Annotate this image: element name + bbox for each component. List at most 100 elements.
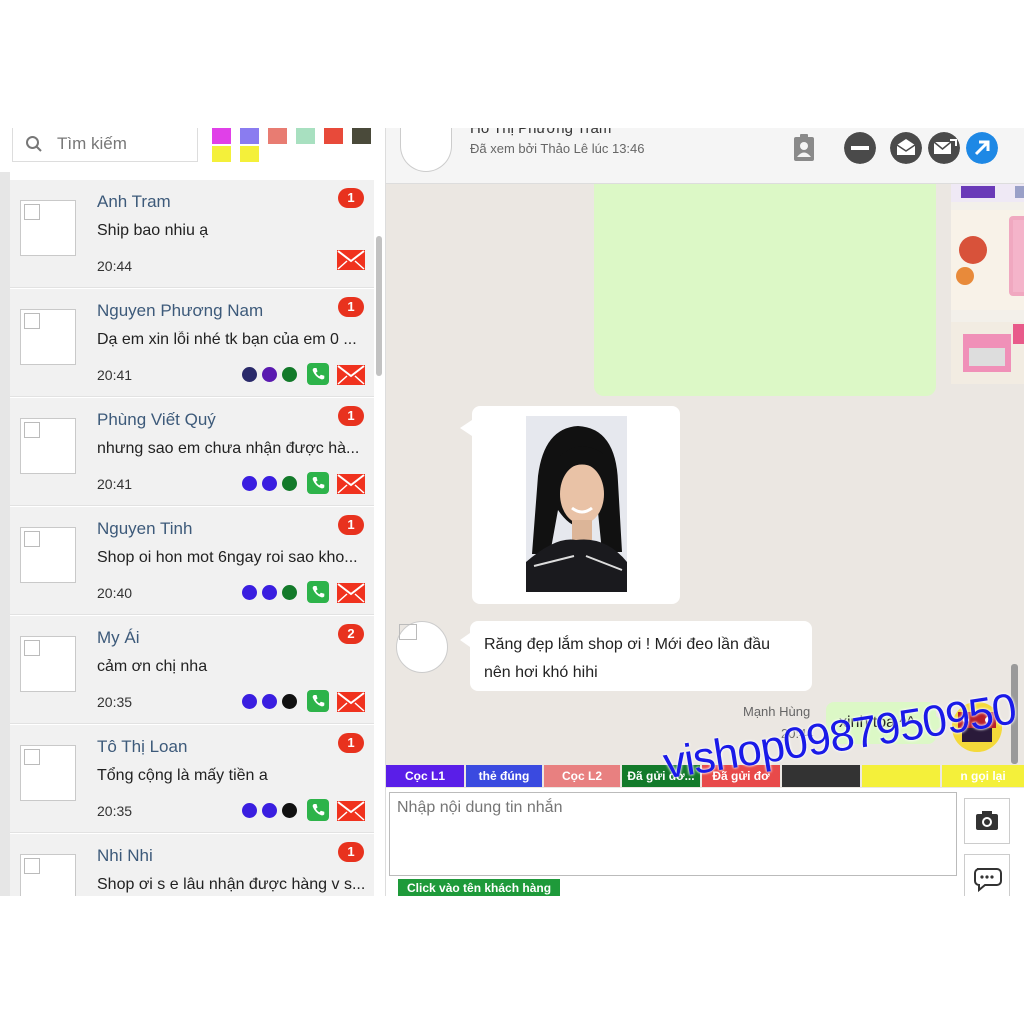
status-dots [242, 367, 302, 383]
status-dot[interactable] [282, 476, 297, 491]
click-customer-name-hint[interactable]: Click vào tên khách hàng [398, 879, 561, 896]
status-dot[interactable] [262, 476, 277, 491]
color-swatch[interactable] [352, 128, 371, 144]
status-dot[interactable] [282, 694, 297, 709]
color-swatch[interactable] [324, 128, 343, 144]
phone-icon[interactable] [307, 363, 329, 385]
conversation-item[interactable]: Nguyen Phương Nam Dạ em xin lỗi nhé tk bạ… [10, 289, 374, 397]
color-swatch[interactable] [296, 128, 315, 144]
status-dot[interactable] [282, 585, 297, 600]
message-time: 20:41 [97, 476, 133, 492]
customer-avatar[interactable] [20, 854, 76, 896]
unread-badge: 1 [338, 842, 364, 862]
status-dot[interactable] [242, 585, 257, 600]
customer-name[interactable]: Phùng Viết Quý [97, 410, 216, 430]
message-time: 20:35 [97, 803, 133, 819]
conversation-item[interactable]: Phùng Viết Quý nhưng sao em chưa nhận đượ… [10, 398, 374, 506]
conversation-item[interactable]: Nguyen Tinh Shop oi hon mot 6ngay roi sao… [10, 507, 374, 615]
label-tag[interactable]: thẻ đúng [466, 765, 542, 787]
contact-name[interactable]: Hồ Thị Phương Trâm [470, 128, 611, 137]
status-dot[interactable] [282, 803, 297, 818]
contact-avatar[interactable] [400, 128, 452, 172]
message-input[interactable] [389, 792, 957, 876]
conversation-item[interactable]: My Ái cảm ơn chị nha 20:35 2 [10, 616, 374, 724]
last-message: Shop ơi s e lâu nhận được hàng v s... [97, 876, 366, 893]
chat-bubble-icon [974, 868, 1002, 893]
label-tag[interactable] [862, 765, 940, 787]
message-time: 20:35 [97, 694, 133, 710]
chat-app: Tìm kiếm Anh Tram Ship bao nhiu ạ 20:44 1 Ng… [0, 128, 1024, 896]
customer-name[interactable]: Tô Thị Loan [97, 737, 187, 757]
status-dot[interactable] [242, 367, 257, 382]
customer-name[interactable]: Anh Tram [97, 192, 171, 212]
phone-icon[interactable] [307, 581, 329, 603]
customer-name[interactable]: Nhi Nhi [97, 846, 153, 866]
message-time: 20:44 [97, 258, 133, 274]
customer-photo[interactable] [526, 416, 627, 592]
chat-header: Hồ Thị Phương Trâm Đã xem bởi Thảo Lê lú… [386, 128, 1024, 184]
contact-card-icon[interactable] [788, 132, 820, 164]
status-dot[interactable] [262, 803, 277, 818]
color-swatch[interactable] [268, 128, 287, 144]
seen-status: Đã xem bởi Thảo Lê lúc 13:46 [470, 141, 645, 156]
phone-case-product-image [951, 184, 1024, 384]
search-icon [26, 136, 42, 152]
customer-avatar[interactable] [20, 745, 76, 801]
label-tag[interactable]: Cọc L1 [386, 765, 464, 787]
mail-icon[interactable] [337, 474, 365, 494]
customer-avatar[interactable] [20, 200, 76, 256]
phone-icon[interactable] [307, 472, 329, 494]
status-dot[interactable] [242, 803, 257, 818]
color-swatch[interactable] [240, 128, 259, 144]
phone-icon[interactable] [307, 799, 329, 821]
product-image[interactable] [951, 184, 1024, 384]
unread-badge: 1 [338, 406, 364, 426]
camera-button[interactable] [964, 798, 1010, 844]
customer-avatar[interactable] [20, 527, 76, 583]
customer-name[interactable]: Nguyen Phương Nam [97, 301, 263, 321]
conversation-item[interactable]: Anh Tram Ship bao nhiu ạ 20:44 1 [10, 180, 374, 288]
phone-icon[interactable] [307, 690, 329, 712]
mail-icon[interactable] [337, 583, 365, 603]
forward-arrow-icon[interactable] [966, 132, 998, 164]
customer-avatar[interactable] [20, 309, 76, 365]
mail-icon[interactable] [337, 365, 365, 385]
status-dot[interactable] [262, 367, 277, 382]
mail-icon[interactable] [337, 801, 365, 821]
sidebar-scrollbar[interactable] [376, 236, 382, 376]
status-dot[interactable] [242, 476, 257, 491]
color-swatch[interactable] [212, 128, 231, 144]
label-tag[interactable]: n gọi lại [942, 765, 1024, 787]
incoming-photo-bubble [460, 406, 680, 604]
last-message: Ship bao nhiu ạ [97, 222, 209, 239]
customer-avatar[interactable] [20, 418, 76, 474]
status-dot[interactable] [242, 694, 257, 709]
conversation-item[interactable]: Nhi Nhi Shop ơi s e lâu nhận được hàng v … [10, 834, 374, 896]
status-dot[interactable] [262, 694, 277, 709]
status-dot[interactable] [282, 367, 297, 382]
color-swatch[interactable] [240, 146, 259, 162]
customer-avatar[interactable] [20, 636, 76, 692]
sender-avatar[interactable] [396, 621, 448, 673]
color-swatch[interactable] [212, 146, 231, 162]
mail-send-icon[interactable] [928, 132, 960, 164]
mail-open-icon[interactable] [890, 132, 922, 164]
incoming-text-bubble: Răng đẹp lắm shop ơi ! Mới đeo lần đầu n… [460, 621, 812, 691]
status-dots [242, 803, 302, 819]
status-dot[interactable] [262, 585, 277, 600]
conversation-list: Anh Tram Ship bao nhiu ạ 20:44 1 Nguyen Phươ… [0, 172, 385, 896]
status-dots [242, 694, 302, 710]
selfie-image [526, 416, 627, 592]
message-area: Răng đẹp lắm shop ơi ! Mới đeo lần đầu n… [386, 184, 1024, 764]
customer-name[interactable]: Nguyen Tinh [97, 519, 192, 539]
conversation-item[interactable]: Tô Thị Loan Tổng cộng là mấy tiền a 20:35 1 [10, 725, 374, 833]
unread-badge: 1 [338, 515, 364, 535]
mail-icon[interactable] [337, 250, 365, 270]
label-tag[interactable]: Cọc L2 [544, 765, 620, 787]
search-box[interactable]: Tìm kiếm [12, 128, 198, 162]
composer: Click vào tên khách hàng [386, 788, 1024, 896]
mail-icon[interactable] [337, 692, 365, 712]
customer-name[interactable]: My Ái [97, 628, 140, 648]
minimize-icon[interactable] [844, 132, 876, 164]
chat-bubble-button[interactable] [964, 854, 1010, 896]
